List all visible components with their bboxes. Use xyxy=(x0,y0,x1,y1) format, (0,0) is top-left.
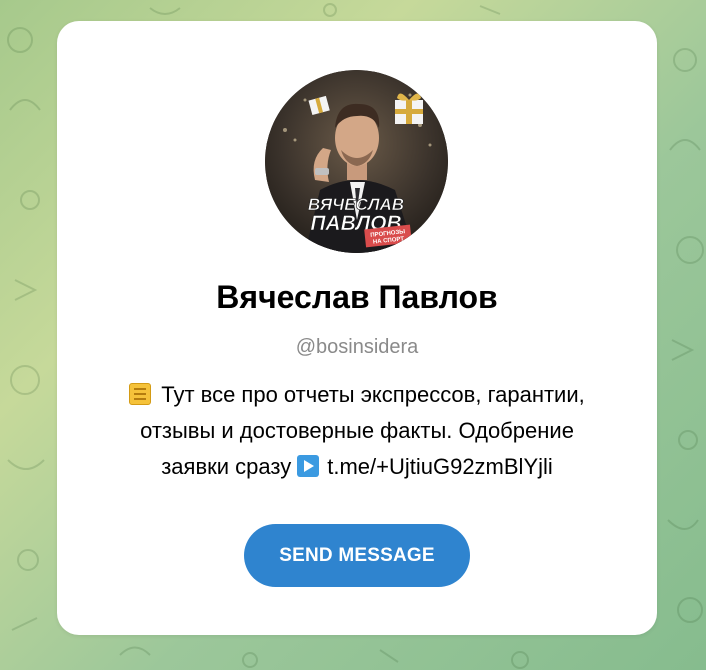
notebook-icon xyxy=(129,383,152,405)
channel-description: Тут все про отчеты экспрессов, гарантии,… xyxy=(97,377,617,485)
description-text-1: Тут все про отчеты экспрессов, гарантии, xyxy=(161,382,585,407)
description-line-3: заявки сразу t.me/+UjtiuG92zmBlYjli xyxy=(97,449,617,485)
description-line-2: отзывы и достоверные факты. Одобрение xyxy=(97,413,617,449)
invite-link[interactable]: t.me/+UjtiuG92zmBlYjli xyxy=(327,454,553,479)
description-line-1: Тут все про отчеты экспрессов, гарантии, xyxy=(97,377,617,413)
description-text-3: заявки сразу xyxy=(161,454,292,479)
channel-username: @bosinsidera xyxy=(295,336,419,358)
play-button-icon xyxy=(297,455,320,477)
description-text-2: отзывы и достоверные факты. Одобрение xyxy=(140,418,574,443)
channel-title: Вячеслав Павлов xyxy=(216,279,498,315)
send-message-button[interactable]: SEND MESSAGE xyxy=(244,524,470,587)
avatar-image: ВЯЧЕСЛАВ ПАВЛОВ ПРОГНОЗЫ НА СПОРТ xyxy=(265,70,448,253)
profile-card: ВЯЧЕСЛАВ ПАВЛОВ ПРОГНОЗЫ НА СПОРТ Вячесл… xyxy=(57,21,657,635)
channel-avatar[interactable]: ВЯЧЕСЛАВ ПАВЛОВ ПРОГНОЗЫ НА СПОРТ xyxy=(265,70,448,253)
